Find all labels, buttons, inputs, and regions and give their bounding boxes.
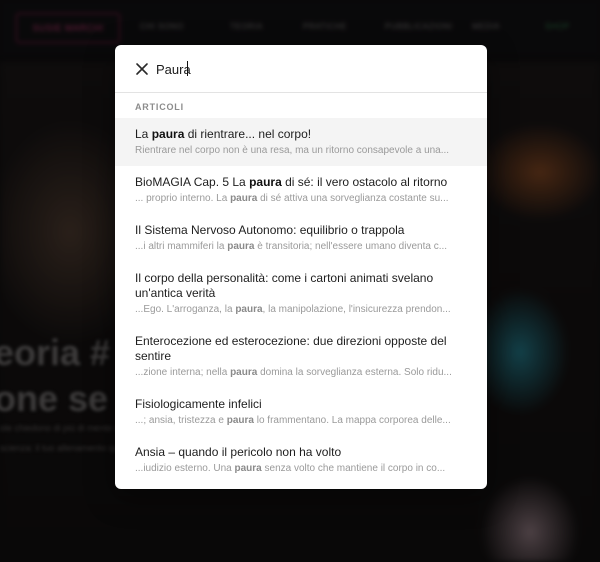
result-snippet: ... proprio interno. La paura di sé atti… — [135, 193, 449, 204]
search-input[interactable] — [155, 57, 465, 81]
results-list: La paura di rientrare... nel corpo! Rient… — [115, 118, 487, 484]
result-snippet: ...Ego. L'arroganza, la paura, la manipo… — [135, 304, 451, 315]
search-result-item[interactable]: Enterocezione ed esterocezione: due dire… — [115, 325, 487, 388]
search-result-item[interactable]: Il corpo della personalità: come i carto… — [115, 262, 487, 325]
result-title: Il corpo della personalità: come i carto… — [135, 271, 434, 300]
result-snippet: ...i altri mammiferi la paura è transito… — [135, 241, 448, 252]
search-result-item[interactable]: Ansia – quando il pericolo non ha volto.… — [115, 436, 487, 484]
result-title: Ansia – quando il pericolo non ha volto — [135, 445, 342, 459]
result-snippet: ...zione interna; nella paura domina la … — [135, 367, 452, 378]
search-result-item[interactable]: La paura di rientrare... nel corpo! Rient… — [115, 118, 487, 166]
search-result-item[interactable]: Il Sistema Nervoso Autonomo: equilibrio … — [115, 214, 487, 262]
search-modal: ARTICOLI La paura di rientrare... nel co… — [115, 45, 487, 489]
result-snippet: Rientrare nel corpo non è una resa, ma u… — [135, 145, 450, 156]
result-title: Fisiologicamente infelici — [135, 397, 262, 411]
search-result-item[interactable]: Fisiologicamente infelici ...; ansia, tri… — [115, 388, 487, 436]
result-snippet: ...iudizio esterno. Una paura senza volt… — [135, 463, 446, 474]
result-title: Il Sistema Nervoso Autonomo: equilibrio … — [135, 223, 405, 237]
result-snippet: ...; ansia, tristezza e paura lo frammen… — [135, 415, 451, 426]
section-label: ARTICOLI — [135, 102, 184, 112]
result-title: La paura di rientrare... nel corpo! — [135, 127, 312, 141]
close-button[interactable] — [135, 62, 149, 76]
search-result-item[interactable]: BioMAGIA Cap. 5 La paura di sé: il vero … — [115, 166, 487, 214]
result-title: Enterocezione ed esterocezione: due dire… — [135, 334, 447, 363]
result-title: BioMAGIA Cap. 5 La paura di sé: il vero … — [135, 175, 448, 189]
close-icon — [136, 63, 148, 75]
search-bar — [115, 45, 487, 93]
text-caret — [187, 61, 188, 76]
